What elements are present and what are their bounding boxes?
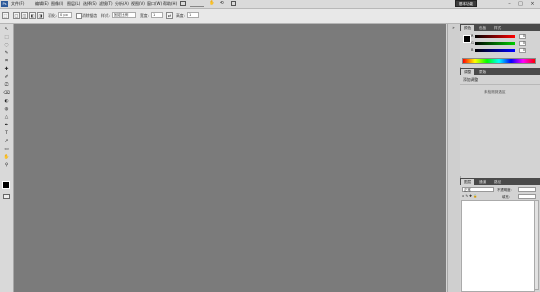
lasso-tool-icon[interactable]: ◌ [3, 43, 10, 48]
channel-r-slider[interactable] [475, 35, 515, 38]
type-tool-icon[interactable]: T [3, 131, 10, 136]
adjustments-divider [460, 84, 540, 85]
zoom-tool-icon[interactable]: ⚲ [3, 163, 10, 168]
quick-mask-icon[interactable] [3, 194, 10, 199]
panel-dock-strip: » [447, 24, 461, 292]
hand-tool-icon[interactable]: ✋ [3, 155, 10, 160]
tab-masks[interactable]: 蒙版 [476, 69, 489, 75]
move-tool-icon[interactable]: ↖ [3, 27, 10, 32]
rotate-icon[interactable]: ⟲ [220, 1, 225, 6]
gradient-tool-icon[interactable]: ◐ [3, 99, 10, 104]
menu-bar: Ps 文件(F) 编辑(E) 图像(I) 图层(L) 选择(S) 滤镜(T) 分… [0, 0, 540, 9]
layers-panel: 图层 通道 路径 正常 不透明度: ▫ ✎ ✚ 🔒 填充: [460, 178, 540, 292]
tab-layers[interactable]: 图层 [461, 179, 475, 185]
feather-input[interactable]: 0 px [58, 12, 72, 18]
options-bar: ⬚ □ ◫ ◧ ◨ 羽化: 0 px 消除锯齿 样式: 固定比例 宽度: 1 ⇄… [0, 9, 540, 24]
width-input[interactable]: 1 [151, 12, 163, 18]
layout-icon[interactable] [180, 1, 186, 6]
marquee-tool-icon[interactable]: ⬚ [3, 35, 10, 40]
crop-tool-icon[interactable]: ⌗ [3, 59, 10, 64]
hand-icon[interactable]: ✋ [209, 1, 215, 6]
arrange-icon[interactable] [231, 1, 236, 6]
adjustments-message: 未检测到选区 [484, 90, 506, 94]
layers-panel-tabbar: 图层 通道 路径 [460, 178, 540, 185]
dodge-tool-icon[interactable]: ◍ [3, 107, 10, 112]
foreground-color-swatch[interactable] [2, 181, 10, 189]
path-select-tool-icon[interactable]: ↗ [3, 139, 10, 144]
quick-select-tool-icon[interactable]: ✎ [3, 51, 10, 56]
add-selection-icon[interactable]: ◫ [21, 12, 28, 19]
tab-swatches[interactable]: 色板 [476, 25, 489, 31]
marquee-preset-icon[interactable]: ⬚ [2, 12, 9, 19]
menu-file[interactable]: 文件(F) [11, 1, 24, 7]
channel-b-input[interactable]: 0 [519, 48, 526, 53]
lock-icons[interactable]: ▫ ✎ ✚ 🔒 [462, 194, 490, 198]
layers-list[interactable] [461, 200, 535, 292]
height-input[interactable]: 1 [187, 12, 199, 18]
menu-layer[interactable]: 图层(L) [67, 1, 80, 7]
tab-color[interactable]: 颜色 [461, 25, 475, 31]
color-panel-tabbar: 颜色 色板 样式 [460, 24, 540, 31]
opacity-label: 不透明度: [497, 188, 512, 192]
blur-tool-icon[interactable]: △ [3, 115, 10, 120]
fill-label: 填充: [502, 195, 510, 199]
menu-window[interactable]: 窗口(W) [147, 1, 162, 7]
adjustments-heading: 添加调整 [463, 77, 479, 82]
color-panel: 颜色 色板 样式 R 0 G 0 B 0 [460, 24, 540, 67]
tab-channels[interactable]: 通道 [476, 179, 489, 185]
style-select[interactable]: 固定比例 [112, 12, 136, 18]
shape-tool-icon[interactable]: ▭ [3, 147, 10, 152]
menu-image[interactable]: 图像(I) [51, 1, 63, 7]
height-label: 高度: [176, 13, 185, 18]
menu-help[interactable]: 帮助(H) [163, 1, 177, 7]
maximize-button[interactable]: □ [516, 1, 525, 7]
channel-r-label: R [471, 34, 474, 38]
minimize-button[interactable]: – [505, 1, 514, 7]
adjustments-panel-tabbar: 调整 蒙版 [460, 68, 540, 75]
menu-select[interactable]: 选择(S) [83, 1, 97, 7]
channel-r-input[interactable]: 0 [519, 34, 526, 39]
pen-tool-icon[interactable]: ✒ [3, 123, 10, 128]
style-label: 样式: [101, 13, 110, 18]
app-logo-icon[interactable]: Ps [1, 1, 8, 7]
fg-color-preview[interactable] [463, 35, 471, 43]
brush-tool-icon[interactable]: ⎚ [3, 83, 10, 88]
channel-b-slider[interactable] [475, 49, 515, 52]
feather-label: 羽化: [48, 13, 57, 18]
opacity-input[interactable] [518, 187, 536, 192]
zoom-dropdown-icon[interactable] [190, 2, 204, 7]
subtract-selection-icon[interactable]: ◧ [29, 12, 36, 19]
workspace-switcher-button[interactable]: 基本功能 [455, 0, 477, 7]
swap-dimensions-icon[interactable]: ⇄ [166, 12, 173, 19]
healing-brush-tool-icon[interactable]: ✐ [3, 75, 10, 80]
tab-styles[interactable]: 样式 [491, 25, 504, 31]
adjustments-panel: 调整 蒙版 添加调整 未检测到选区 [460, 68, 540, 176]
fill-input[interactable] [518, 194, 536, 199]
document-canvas[interactable] [14, 24, 446, 292]
layers-scrollbar[interactable] [534, 200, 539, 290]
eyedropper-tool-icon[interactable]: ✚ [3, 67, 10, 72]
width-label: 宽度: [140, 13, 149, 18]
menu-filter[interactable]: 滤镜(T) [99, 1, 113, 7]
color-spectrum-bar[interactable] [462, 58, 536, 64]
close-button[interactable]: × [528, 1, 537, 7]
blend-mode-select[interactable]: 正常 [462, 187, 494, 192]
channel-g-input[interactable]: 0 [519, 41, 526, 46]
new-selection-icon[interactable]: □ [13, 12, 20, 19]
channel-g-label: G [471, 41, 474, 45]
tab-paths[interactable]: 路径 [491, 179, 504, 185]
menu-view[interactable]: 视图(V) [131, 1, 145, 7]
toolbox: ↖ ⬚ ◌ ✎ ⌗ ✚ ✐ ⎚ ⌫ ◐ ◍ △ ✒ T ↗ ▭ ✋ ⚲ [0, 24, 14, 292]
channel-b-label: B [471, 48, 474, 52]
collapse-icon[interactable]: » [450, 26, 457, 30]
antialias-label: 消除锯齿 [82, 13, 98, 18]
channel-g-slider[interactable] [475, 42, 515, 45]
intersect-selection-icon[interactable]: ◨ [37, 12, 44, 19]
tab-adjustments[interactable]: 调整 [461, 69, 475, 75]
menu-edit[interactable]: 编辑(E) [35, 1, 49, 7]
eraser-tool-icon[interactable]: ⌫ [3, 91, 10, 96]
menu-analysis[interactable]: 分析(A) [115, 1, 129, 7]
